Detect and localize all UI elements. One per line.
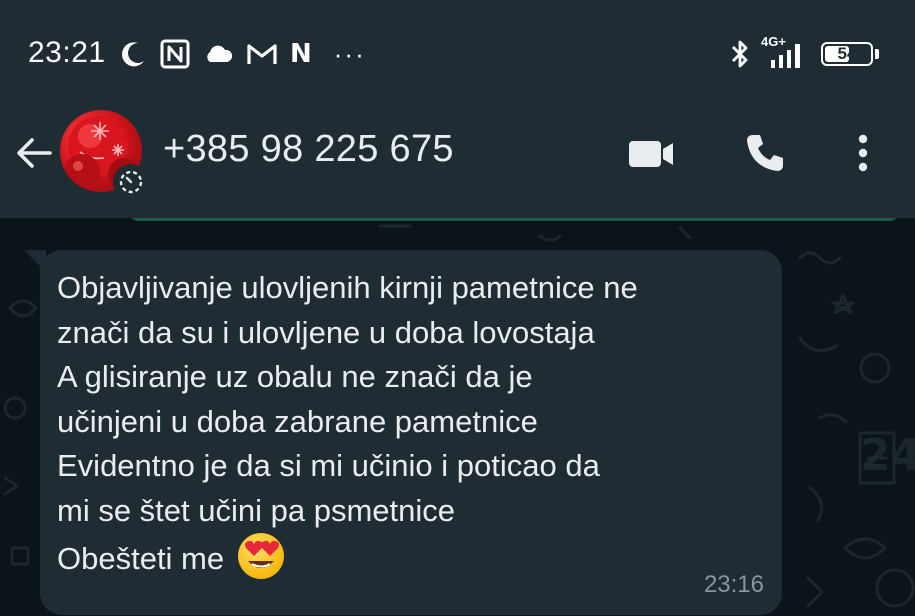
video-call-icon [629,141,673,167]
overflow-menu-button[interactable] [836,128,890,178]
message-bubble[interactable]: Objavljivanje ulovljenih kirnji pametnic… [40,250,782,615]
chat-background: 24 Objavljivanje ulovljenih kirnji pamet… [0,218,915,616]
voice-call-icon [747,135,783,171]
battery-tip [875,49,879,59]
video-call-button[interactable] [624,128,678,178]
status-icons-right: 4G+ 54 [729,34,879,72]
message-line: Objavljivanje ulovljenih kirnji pametnic… [57,270,638,305]
signal-icon: 4G+ [761,34,811,70]
overflow-menu-icon [858,134,868,172]
battery-indicator: 54 [821,42,873,66]
disappearing-timer-icon [119,170,143,194]
contact-name[interactable]: +385 98 225 675 [163,128,454,171]
status-icons-left: N ··· [118,36,366,72]
message-last-line: Obešteti me [57,533,760,582]
cloud-icon [202,42,234,66]
chat-header: +385 98 225 675 [0,100,915,218]
status-time: 23:21 [28,36,106,69]
moon-icon [118,39,148,69]
message-line: učinjeni u doba zabrane pametnice [57,403,538,439]
nfc-icon [160,39,190,69]
message-line: Obešteti me [57,541,225,576]
bluetooth-icon [729,38,751,70]
more-notifications-icon: ··· [333,39,366,69]
message-line: znači da su i ulovljene u doba lovostaja [57,314,595,350]
back-button[interactable] [12,131,56,175]
n-app-icon: N [290,39,312,69]
voice-call-button[interactable] [738,128,792,178]
message-line: Evidentno je da si mi učinio i poticao d… [57,448,600,483]
message-line: A glisiranje uz obalu ne znači da je [57,359,533,394]
status-bar: 23:21 N ··· 4G+ 54 [0,0,915,100]
heart-eyes-emoji-icon [238,533,285,580]
status-badge [113,164,149,200]
gmail-icon [246,41,278,67]
back-arrow-icon [17,138,52,168]
chat-screen: 23:21 N ··· 4G+ 54 +385 98 225 675 24 Ob… [0,0,915,616]
message-line: mi se štet učini pa psmetnice [57,492,456,528]
svg-text:24: 24 [860,430,915,481]
previous-message-edge [130,218,898,221]
message-timestamp: 23:16 [703,571,764,598]
battery-level: 54 [837,44,857,63]
